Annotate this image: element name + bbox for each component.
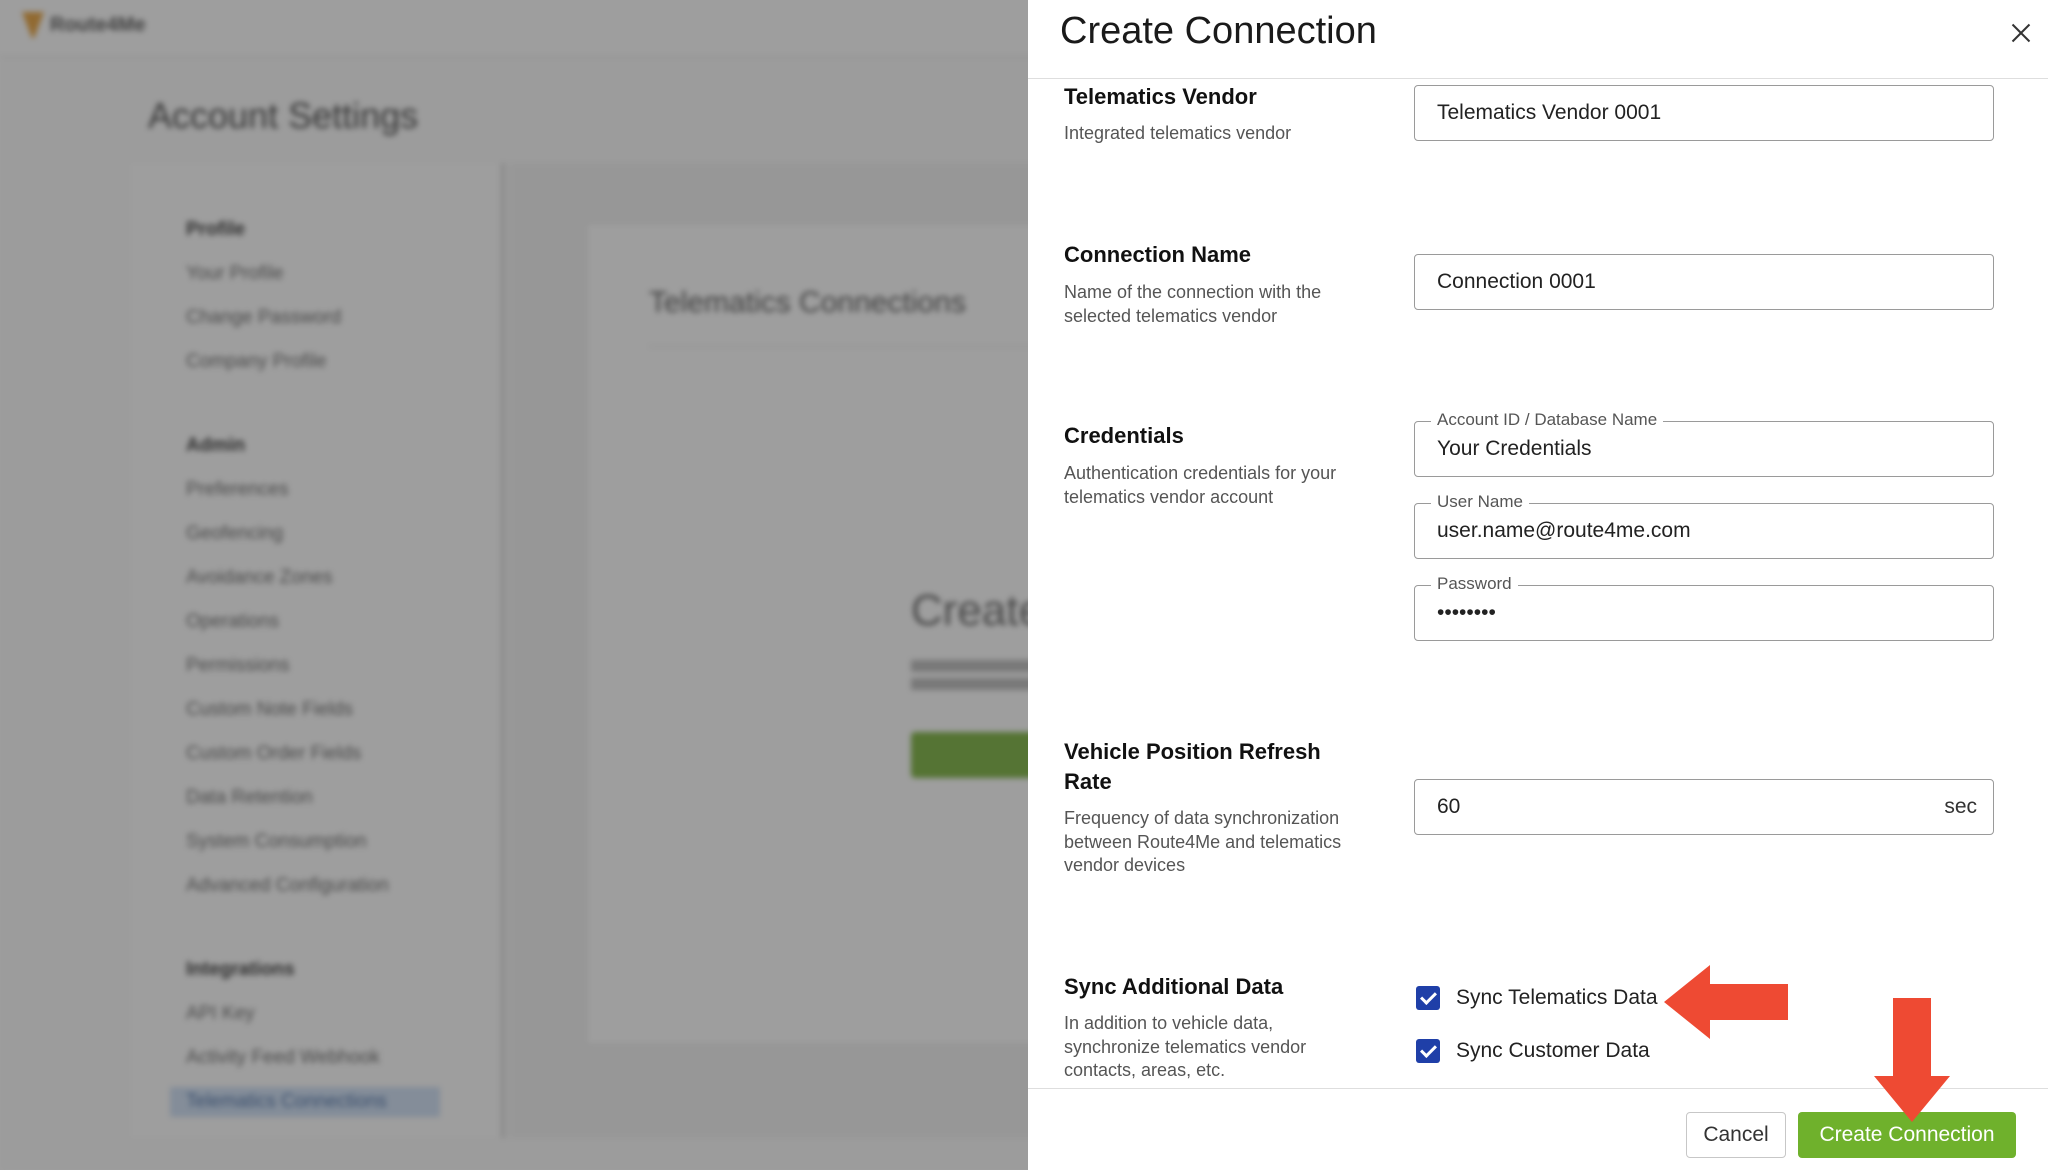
annotation-arrow-down-icon bbox=[1874, 998, 1950, 1122]
credentials-description: Authentication credentials for your tele… bbox=[1064, 462, 1336, 509]
password-value: •••••••• bbox=[1437, 601, 1496, 624]
close-icon[interactable] bbox=[2004, 16, 2038, 50]
refresh-rate-input[interactable]: 60 sec bbox=[1414, 779, 1994, 835]
refresh-rate-description-line: Frequency of data synchronization bbox=[1064, 808, 1340, 828]
sync-telematics-option[interactable]: Sync Telematics Data bbox=[1416, 986, 1658, 1010]
sync-label: Sync Additional Data bbox=[1064, 974, 1284, 999]
account-id-input[interactable]: Account ID / Database Name Your Credenti… bbox=[1414, 410, 1994, 477]
username-value: user.name@route4me.com bbox=[1437, 519, 1691, 542]
password-input[interactable]: Password •••••••• bbox=[1414, 574, 1994, 641]
vendor-description: Integrated telematics vendor bbox=[1064, 123, 1292, 143]
cancel-button[interactable]: Cancel bbox=[1686, 1112, 1786, 1158]
username-label: User Name bbox=[1431, 492, 1529, 512]
header-divider bbox=[1028, 78, 2048, 79]
vendor-select[interactable]: Telematics Vendor 0001 bbox=[1414, 85, 1994, 141]
refresh-rate-value: 60 bbox=[1437, 795, 1461, 818]
annotation-arrow-left-icon bbox=[1664, 965, 1788, 1039]
password-label: Password bbox=[1431, 574, 1518, 594]
sync-description-line: contacts, areas, etc. bbox=[1064, 1060, 1226, 1080]
sync-description-line: In addition to vehicle data, bbox=[1064, 1013, 1274, 1033]
refresh-rate-unit: sec bbox=[1944, 795, 1977, 818]
refresh-rate-description-line: vendor devices bbox=[1064, 855, 1186, 875]
sync-customer-checkbox[interactable] bbox=[1416, 1039, 1440, 1063]
connection-name-input[interactable]: Connection 0001 bbox=[1414, 254, 1994, 310]
modal-title: Create Connection bbox=[1060, 10, 1377, 52]
connection-name-description-line: Name of the connection with the bbox=[1064, 282, 1322, 302]
refresh-rate-label-line: Rate bbox=[1064, 769, 1112, 794]
credentials-label: Credentials bbox=[1064, 423, 1184, 448]
credentials-description-line: telematics vendor account bbox=[1064, 486, 1274, 507]
account-id-label: Account ID / Database Name bbox=[1431, 410, 1664, 430]
create-connection-modal: Create Connection Telematics Vendor Inte… bbox=[1028, 0, 2048, 1170]
vendor-label: Telematics Vendor bbox=[1064, 84, 1257, 109]
refresh-rate-description: Frequency of data synchronization betwee… bbox=[1064, 807, 1341, 878]
connection-name-label: Connection Name bbox=[1064, 242, 1252, 267]
sync-telematics-checkbox[interactable] bbox=[1416, 986, 1440, 1010]
credentials-description-line: Authentication credentials for your bbox=[1064, 463, 1337, 483]
refresh-rate-label-line: Vehicle Position Refresh bbox=[1064, 739, 1321, 764]
sync-description-line: synchronize telematics vendor bbox=[1064, 1036, 1307, 1057]
vendor-value: Telematics Vendor 0001 bbox=[1437, 101, 1662, 124]
sync-customer-label[interactable]: Sync Customer Data bbox=[1456, 1039, 1650, 1063]
refresh-rate-label: Vehicle Position Refresh Rate bbox=[1064, 737, 1321, 797]
connection-name-description: Name of the connection with the selected… bbox=[1064, 281, 1321, 328]
sync-customer-option[interactable]: Sync Customer Data bbox=[1416, 1039, 1650, 1063]
connection-name-description-line: selected telematics vendor bbox=[1064, 305, 1278, 326]
connection-name-value: Connection 0001 bbox=[1437, 270, 1596, 293]
username-input[interactable]: User Name user.name@route4me.com bbox=[1414, 492, 1994, 559]
sync-description: In addition to vehicle data, synchronize… bbox=[1064, 1012, 1306, 1083]
sync-telematics-label[interactable]: Sync Telematics Data bbox=[1456, 986, 1658, 1010]
account-id-value: Your Credentials bbox=[1437, 437, 1592, 460]
refresh-rate-description-line: between Route4Me and telematics bbox=[1064, 831, 1342, 852]
